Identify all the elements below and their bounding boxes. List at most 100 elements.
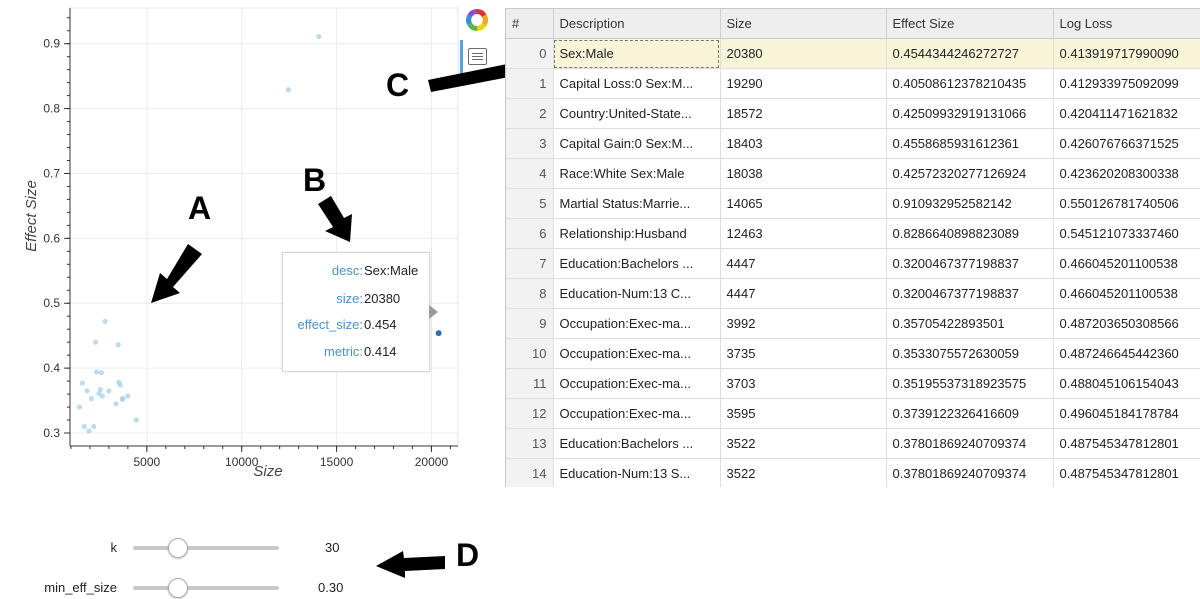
description-cell[interactable]: Capital Gain:0 Sex:M... <box>553 128 721 159</box>
description-cell[interactable]: Education-Num:13 S... <box>553 458 721 487</box>
effect-size-cell[interactable]: 0.4558685931612361 <box>886 128 1054 159</box>
bokeh-logo-icon[interactable] <box>463 6 491 34</box>
scatter-point[interactable] <box>93 369 100 375</box>
log-loss-cell[interactable]: 0.420411471621832 <box>1053 98 1200 129</box>
table-row[interactable]: 11 Occupation:Exec-ma... 3703 0.35195537318… <box>506 368 1200 399</box>
row-index-cell[interactable]: 1 <box>506 68 554 99</box>
size-cell[interactable]: 18403 <box>720 128 887 159</box>
log-loss-cell[interactable]: 0.487203650308566 <box>1053 308 1200 339</box>
scatter-point[interactable] <box>285 87 292 93</box>
size-cell[interactable]: 12463 <box>720 218 887 249</box>
description-cell[interactable]: Occupation:Exec-ma... <box>553 338 721 369</box>
size-cell[interactable]: 20380 <box>720 38 887 69</box>
table-row[interactable]: 8 Education-Num:13 C... 4447 0.320046737719… <box>506 278 1200 309</box>
scatter-point[interactable] <box>115 342 121 348</box>
log-loss-cell[interactable]: 0.413919717990090 <box>1053 38 1200 69</box>
table-row[interactable]: 0 Sex:Male 20380 0.4544344246272727 0.413919… <box>506 38 1200 69</box>
log-loss-cell[interactable]: 0.426076766371525 <box>1053 128 1200 159</box>
results-table[interactable]: # Description Size Effect Size Log Loss … <box>505 8 1200 487</box>
description-cell[interactable]: Relationship:Husband <box>553 218 721 249</box>
effect-size-cell[interactable]: 0.910932952582142 <box>886 188 1054 219</box>
row-index-cell[interactable]: 11 <box>506 368 554 399</box>
description-cell[interactable]: Sex:Male <box>553 38 721 69</box>
log-loss-cell[interactable]: 0.488045106154043 <box>1053 368 1200 399</box>
effect-size-cell[interactable]: 0.3533075572630059 <box>886 338 1054 369</box>
column-header-log-loss[interactable]: Log Loss <box>1053 9 1200 39</box>
effect-size-cell[interactable]: 0.42509932919131066 <box>886 98 1054 129</box>
scatter-point[interactable] <box>91 423 97 430</box>
column-header-size[interactable]: Size <box>720 9 887 39</box>
row-index-cell[interactable]: 9 <box>506 308 554 339</box>
slider-handle-k[interactable] <box>167 538 188 558</box>
table-row[interactable]: 14 Education-Num:13 S... 3522 0.37801869240… <box>506 458 1200 487</box>
log-loss-cell[interactable]: 0.466045201100538 <box>1053 248 1200 279</box>
table-row[interactable]: 9 Occupation:Exec-ma... 3992 0.357054228935… <box>506 308 1200 339</box>
table-row[interactable]: 6 Relationship:Husband 12463 0.828664089882… <box>506 218 1200 249</box>
table-row[interactable]: 7 Education:Bachelors ... 4447 0.3200467377… <box>506 248 1200 279</box>
slider-handle-min-eff-size[interactable] <box>167 578 188 598</box>
row-index-cell[interactable]: 4 <box>506 158 554 189</box>
row-index-cell[interactable]: 12 <box>506 398 554 429</box>
scatter-point[interactable] <box>133 417 139 423</box>
description-cell[interactable]: Occupation:Exec-ma... <box>553 308 721 339</box>
size-cell[interactable]: 3595 <box>720 398 887 429</box>
row-index-cell[interactable]: 10 <box>506 338 554 369</box>
effect-size-cell[interactable]: 0.37801869240709374 <box>886 458 1054 487</box>
size-cell[interactable]: 3522 <box>720 458 887 487</box>
description-cell[interactable]: Race:White Sex:Male <box>553 158 721 189</box>
scatter-point[interactable] <box>98 370 104 376</box>
column-header-index[interactable]: # <box>506 9 554 39</box>
log-loss-cell[interactable]: 0.487545347812801 <box>1053 428 1200 459</box>
size-cell[interactable]: 3522 <box>720 428 887 459</box>
table-row[interactable]: 4 Race:White Sex:Male 18038 0.4257232027712… <box>506 158 1200 189</box>
table-row[interactable]: 3 Capital Gain:0 Sex:M... 18403 0.455868593… <box>506 128 1200 159</box>
description-cell[interactable]: Capital Loss:0 Sex:M... <box>553 68 721 99</box>
description-cell[interactable]: Occupation:Exec-ma... <box>553 368 721 399</box>
scatter-point[interactable] <box>76 404 83 410</box>
scatter-point[interactable] <box>316 33 322 40</box>
effect-size-cell[interactable]: 0.4544344246272727 <box>886 38 1054 69</box>
scatter-point[interactable] <box>106 388 112 394</box>
table-row[interactable]: 10 Occupation:Exec-ma... 3735 0.35330755726… <box>506 338 1200 369</box>
row-index-cell[interactable]: 6 <box>506 218 554 249</box>
log-loss-cell[interactable]: 0.545121073337460 <box>1053 218 1200 249</box>
description-cell[interactable]: Country:United-State... <box>553 98 721 129</box>
scatter-point[interactable] <box>125 393 131 399</box>
size-cell[interactable]: 3703 <box>720 368 887 399</box>
size-cell[interactable]: 18038 <box>720 158 887 189</box>
scatter-point[interactable] <box>113 401 119 407</box>
log-loss-cell[interactable]: 0.412933975092099 <box>1053 68 1200 99</box>
effect-size-cell[interactable]: 0.40508612378210435 <box>886 68 1054 99</box>
effect-size-cell[interactable]: 0.35705422893501 <box>886 308 1054 339</box>
table-row[interactable]: 2 Country:United-State... 18572 0.425099329… <box>506 98 1200 129</box>
log-loss-cell[interactable]: 0.423620208300338 <box>1053 158 1200 189</box>
table-row[interactable]: 12 Occupation:Exec-ma... 3595 0.37391223264… <box>506 398 1200 429</box>
description-cell[interactable]: Education:Bachelors ... <box>553 248 721 279</box>
size-cell[interactable]: 14065 <box>720 188 887 219</box>
effect-size-cell[interactable]: 0.42572320277126924 <box>886 158 1054 189</box>
size-cell[interactable]: 4447 <box>720 278 887 309</box>
row-index-cell[interactable]: 14 <box>506 458 554 487</box>
effect-size-cell[interactable]: 0.3200467377198837 <box>886 278 1054 309</box>
row-index-cell[interactable]: 8 <box>506 278 554 309</box>
log-loss-cell[interactable]: 0.550126781740506 <box>1053 188 1200 219</box>
size-cell[interactable]: 19290 <box>720 68 887 99</box>
slider-track-min-eff-size[interactable] <box>133 586 279 590</box>
description-cell[interactable]: Occupation:Exec-ma... <box>553 398 721 429</box>
size-cell[interactable]: 3735 <box>720 338 887 369</box>
log-loss-cell[interactable]: 0.487246645442360 <box>1053 338 1200 369</box>
scatter-point[interactable] <box>99 393 105 399</box>
log-loss-cell[interactable]: 0.466045201100538 <box>1053 278 1200 309</box>
effect-size-cell[interactable]: 0.3739122326416609 <box>886 398 1054 429</box>
row-index-cell[interactable]: 13 <box>506 428 554 459</box>
description-cell[interactable]: Education-Num:13 C... <box>553 278 721 309</box>
row-index-cell[interactable]: 2 <box>506 98 554 129</box>
scatter-point[interactable] <box>116 379 122 386</box>
scatter-point[interactable] <box>81 423 87 430</box>
effect-size-cell[interactable]: 0.3200467377198837 <box>886 248 1054 279</box>
description-cell[interactable]: Martial Status:Marrie... <box>553 188 721 219</box>
row-index-cell[interactable]: 7 <box>506 248 554 279</box>
log-loss-cell[interactable]: 0.496045184178784 <box>1053 398 1200 429</box>
effect-size-cell[interactable]: 0.8286640898823089 <box>886 218 1054 249</box>
slider-track-k[interactable] <box>133 546 279 550</box>
